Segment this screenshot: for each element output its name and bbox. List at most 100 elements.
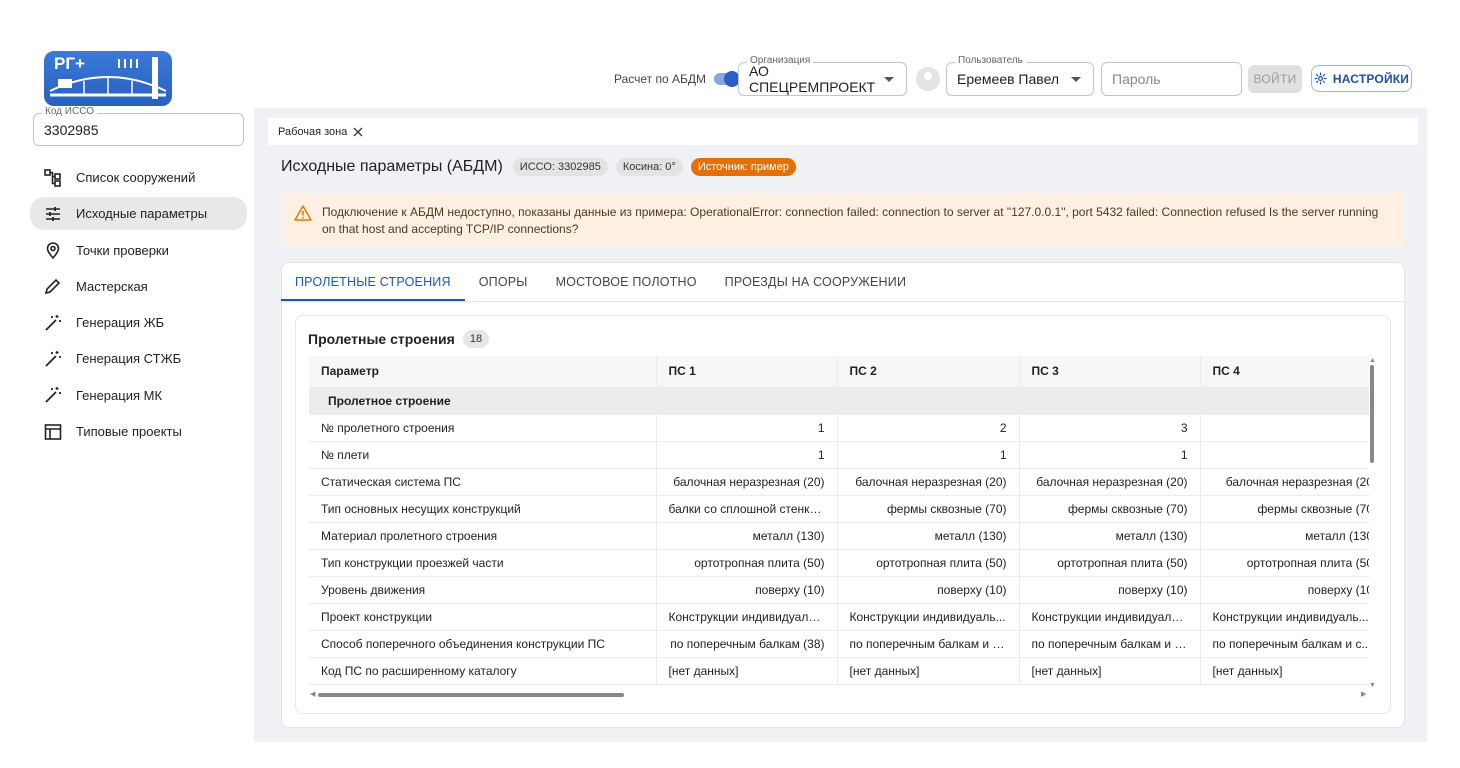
magic-wand-icon: [44, 314, 62, 332]
column-header[interactable]: ПС 1: [655, 356, 837, 388]
settings-button[interactable]: НАСТРОЙКИ: [1311, 65, 1412, 92]
chevron-down-icon: [884, 77, 894, 82]
value-cell[interactable]: поверху (10): [836, 576, 1019, 604]
isso-chip: ИССО: 3302985: [512, 158, 608, 176]
value-cell[interactable]: ортотропная плита (50): [1018, 549, 1200, 577]
table-row[interactable]: Уровень движения поверху (10) поверху (1…: [309, 576, 1369, 604]
app-logo: РГ+: [44, 51, 172, 106]
vertical-scrollbar[interactable]: [1370, 365, 1374, 463]
scroll-left-arrow-icon[interactable]: ◀: [310, 690, 315, 698]
column-header[interactable]: Параметр: [309, 356, 656, 388]
param-cell: Проект конструкции: [309, 603, 656, 631]
value-cell[interactable]: 4: [1199, 414, 1369, 442]
value-cell[interactable]: балочная неразрезная (20): [1199, 468, 1369, 496]
tab-passages[interactable]: ПРОЕЗДЫ НА СООРУЖЕНИИ: [711, 262, 921, 301]
organization-select[interactable]: Организация АО СПЕЦРЕМПРОЕКТ: [738, 55, 907, 96]
spans-count-badge: 18: [462, 330, 490, 348]
horizontal-scrollbar[interactable]: [318, 693, 624, 697]
tab-bridge-deck[interactable]: МОСТОВОЕ ПОЛОТНО: [542, 262, 711, 301]
tab-supports[interactable]: ОПОРЫ: [465, 262, 542, 301]
sidebar-item-gen-mk[interactable]: Генерация МК: [30, 379, 247, 412]
password-placeholder: Пароль: [1112, 71, 1161, 87]
close-icon[interactable]: [353, 127, 363, 137]
tab-workspace[interactable]: Рабочая зона: [268, 118, 1418, 145]
tabs-divider: [282, 301, 1404, 302]
value-cell[interactable]: Конструкции индивидуаль...: [655, 603, 837, 631]
value-cell[interactable]: [нет данных]: [836, 657, 1019, 685]
value-cell[interactable]: ортотропная плита (50): [655, 549, 837, 577]
value-cell[interactable]: по поперечным балкам и с...: [836, 630, 1019, 658]
table-row[interactable]: Код ПС по расширенному каталогу [нет дан…: [309, 657, 1369, 685]
table-row[interactable]: Статическая система ПС балочная неразрез…: [309, 468, 1369, 496]
scroll-up-arrow-icon[interactable]: ▲: [1369, 357, 1376, 364]
table-row[interactable]: Способ поперечного объединения конструкц…: [309, 630, 1369, 658]
value-cell[interactable]: ортотропная плита (50): [836, 549, 1019, 577]
value-cell[interactable]: по поперечным балкам и с...: [1018, 630, 1200, 658]
value-cell[interactable]: 1: [655, 414, 837, 442]
table-row[interactable]: № пролетного строения 1 2 3 4: [309, 414, 1369, 442]
column-header[interactable]: ПС 4: [1199, 356, 1369, 388]
value-cell[interactable]: 3: [1018, 414, 1200, 442]
abdm-toggle[interactable]: [714, 71, 741, 87]
sidebar-item-label: Мастерская: [76, 278, 148, 294]
value-cell[interactable]: балочная неразрезная (20): [655, 468, 837, 496]
value-cell[interactable]: фермы сквозные (70): [1018, 495, 1200, 523]
value-cell[interactable]: 2: [836, 414, 1019, 442]
value-cell[interactable]: 1: [836, 441, 1019, 469]
table-row[interactable]: Тип конструкции проезжей части ортотропн…: [309, 549, 1369, 577]
value-cell[interactable]: ортотропная плита (50): [1199, 549, 1369, 577]
value-cell[interactable]: Конструкции индивидуаль...: [836, 603, 1019, 631]
scroll-right-arrow-icon[interactable]: ▶: [1361, 690, 1366, 698]
value-cell[interactable]: Конструкции индивидуаль...: [1018, 603, 1200, 631]
value-cell[interactable]: [нет данных]: [1018, 657, 1200, 685]
isso-code-field[interactable]: Код ИССО 3302985: [33, 106, 244, 146]
sidebar-item-workshop[interactable]: Мастерская: [30, 270, 247, 303]
value-cell[interactable]: фермы сквозные (70): [836, 495, 1019, 523]
value-cell[interactable]: балки со сплошной стенко...: [655, 495, 837, 523]
sidebar-item-gen-stzhb[interactable]: Генерация СТЖБ: [30, 342, 247, 375]
value-cell[interactable]: [нет данных]: [1199, 657, 1369, 685]
spans-panel-header: Пролетные строения 18: [308, 330, 490, 348]
value-cell[interactable]: Конструкции индивидуаль...: [1199, 603, 1369, 631]
sidebar-item-initial-params[interactable]: Исходные параметры: [30, 197, 247, 231]
value-cell[interactable]: 1: [1018, 441, 1200, 469]
scroll-down-arrow-icon[interactable]: ▼: [1369, 682, 1376, 689]
column-header[interactable]: ПС 3: [1018, 356, 1200, 388]
gear-icon: [1314, 72, 1327, 85]
value-cell[interactable]: балочная неразрезная (20): [1018, 468, 1200, 496]
value-cell[interactable]: фермы сквозные (70): [1199, 495, 1369, 523]
column-header[interactable]: ПС 2: [836, 356, 1019, 388]
value-cell[interactable]: 1: [1199, 441, 1369, 469]
value-cell[interactable]: поверху (10): [1018, 576, 1200, 604]
value-cell[interactable]: 1: [655, 441, 837, 469]
tab-spans[interactable]: ПРОЛЕТНЫЕ СТРОЕНИЯ: [281, 262, 465, 301]
sidebar-item-gen-zhb[interactable]: Генерация ЖБ: [30, 306, 247, 339]
value-cell[interactable]: по поперечным балкам (38): [655, 630, 837, 658]
login-button[interactable]: ВОЙТИ: [1248, 65, 1302, 93]
sidebar-item-typical-projects[interactable]: Типовые проекты: [30, 415, 247, 448]
value-cell[interactable]: балочная неразрезная (20): [836, 468, 1019, 496]
user-select[interactable]: Пользователь Еремеев Павел: [946, 55, 1094, 96]
param-cell: Материал пролетного строения: [309, 522, 656, 550]
table-row[interactable]: № плети 1 1 1 1: [309, 441, 1369, 469]
table-row[interactable]: Материал пролетного строения металл (130…: [309, 522, 1369, 550]
value-cell[interactable]: металл (130): [1018, 522, 1200, 550]
abdm-toggle-label: Расчет по АБДМ: [614, 72, 707, 86]
value-cell[interactable]: [нет данных]: [655, 657, 837, 685]
sidebar-item-check-points[interactable]: Точки проверки: [30, 234, 247, 267]
table-row[interactable]: Тип основных несущих конструкций балки с…: [309, 495, 1369, 523]
table-row[interactable]: Проект конструкции Конструкции индивидуа…: [309, 603, 1369, 631]
value-cell[interactable]: металл (130): [836, 522, 1019, 550]
password-field[interactable]: Пароль: [1101, 62, 1242, 96]
magic-wand-icon: [44, 350, 62, 368]
params-tabs: ПРОЛЕТНЫЕ СТРОЕНИЯ ОПОРЫ МОСТОВОЕ ПОЛОТН…: [281, 262, 920, 301]
value-cell[interactable]: металл (130): [655, 522, 837, 550]
bridge-logo-icon: [49, 57, 167, 99]
sidebar-item-structures[interactable]: Список сооружений: [30, 161, 247, 194]
value-cell[interactable]: поверху (10): [655, 576, 837, 604]
param-cell: Тип конструкции проезжей части: [309, 549, 656, 577]
value-cell[interactable]: поверху (10): [1199, 576, 1369, 604]
value-cell[interactable]: металл (130): [1199, 522, 1369, 550]
table-group-row: Пролетное строение: [309, 387, 1369, 415]
value-cell[interactable]: по поперечным балкам и с...: [1199, 630, 1369, 658]
